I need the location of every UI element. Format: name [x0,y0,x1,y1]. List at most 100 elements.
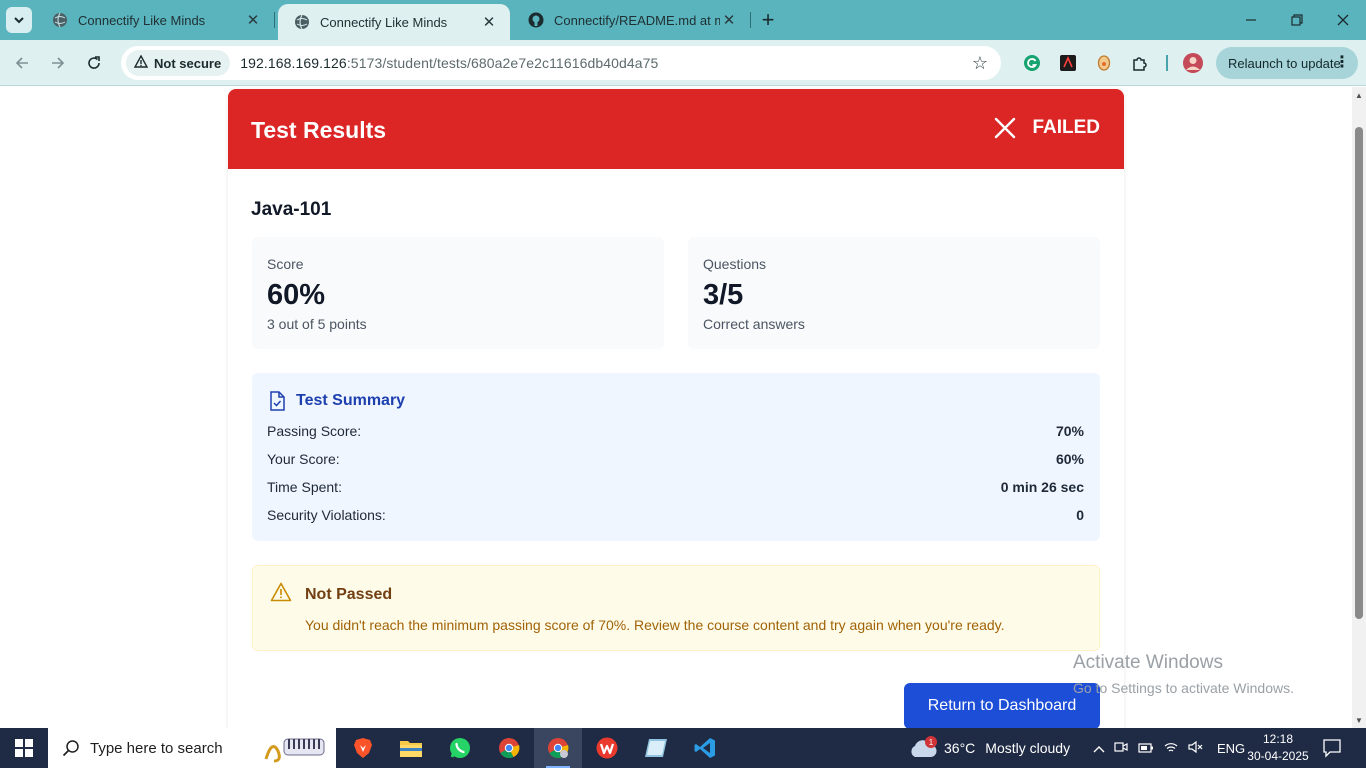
chevron-up-icon[interactable] [1090,741,1108,756]
toolbar-divider [1166,55,1168,71]
profile-avatar[interactable] [1182,52,1204,74]
taskbar-chrome[interactable] [485,728,533,768]
arrow-right-icon [52,57,65,69]
wifi-icon[interactable] [1158,741,1183,756]
clock-date: 30-04-2025 [1247,749,1309,763]
search-highlight-icon[interactable] [262,733,328,763]
document-check-icon [270,391,285,411]
summary-label: Your Score: [267,451,340,467]
tab-title: Connectify/README.md at mai [554,12,720,28]
puzzle-extensions-icon[interactable] [1129,52,1151,74]
search-icon [62,740,79,757]
forward-button[interactable] [46,51,70,75]
tab-separator [274,12,275,28]
close-window-button[interactable] [1320,0,1366,40]
adobe-extension-icon[interactable] [1057,52,1079,74]
tab-separator [750,12,751,28]
grammarly-extension-icon[interactable] [1021,52,1043,74]
taskbar-brave[interactable] [339,728,387,768]
questions-card: Questions 3/5 Correct answers [688,237,1100,349]
github-icon [528,12,544,28]
battery-icon[interactable] [1133,741,1158,756]
test-summary: Test Summary Passing Score: 70% Your Sco… [252,373,1100,541]
summary-row-violations: Security Violations: 0 [267,507,1084,527]
reload-button[interactable] [82,51,106,75]
score-label: Score [267,256,304,272]
whatsapp-icon [450,738,470,758]
browser-tab-3[interactable]: Connectify/README.md at mai ✕ [512,0,750,40]
back-button[interactable] [10,51,34,75]
browser-tab-1[interactable]: Connectify Like Minds ✕ [36,0,274,40]
taskbar-wps-office[interactable] [583,728,631,768]
relaunch-to-update-button[interactable]: Relaunch to update ⋮ [1216,47,1358,79]
summary-row-passing: Passing Score: 70% [267,423,1084,443]
summary-title: Test Summary [296,392,406,409]
summary-row-time-spent: Time Spent: 0 min 26 sec [267,479,1084,499]
taskbar-app[interactable] [632,728,680,768]
security-chip[interactable]: Not secure [126,50,231,76]
taskbar-vscode[interactable] [681,728,729,768]
security-label: Not secure [154,55,222,71]
scrollbar-thumb[interactable] [1355,127,1363,619]
return-to-dashboard-button[interactable]: Return to Dashboard [904,683,1100,728]
folder-icon [400,741,422,757]
restore-button[interactable] [1274,0,1320,40]
summary-label: Time Spent: [267,479,342,495]
taskbar-chrome-profile-active[interactable] [534,728,582,768]
summary-label: Passing Score: [267,423,362,439]
taskbar-search-box[interactable]: Type here to search [48,728,336,768]
test-results-card: Test Results FAILED Java-101 Score 60% 3… [228,89,1124,728]
summary-label: Security Violations: [267,507,386,523]
summary-value: 0 [1076,507,1084,523]
page-scrollbar[interactable]: ▲ ▼ [1352,87,1366,728]
minimize-button[interactable] [1228,0,1274,40]
weather-widget[interactable]: 1 36°C Mostly cloudy [908,728,1070,768]
watermark-subtitle: Go to Settings to activate Windows. [1073,680,1294,696]
close-icon [1337,14,1349,26]
scroll-down-arrow-icon[interactable]: ▼ [1355,716,1363,725]
notice-message: You didn't reach the minimum passing sco… [305,617,1005,633]
status-badge: FAILED [994,117,1100,139]
close-icon[interactable]: ✕ [720,11,738,29]
reload-icon [88,56,100,69]
speaker-muted-icon[interactable] [1183,740,1208,756]
taskbar-whatsapp[interactable] [436,728,484,768]
start-button[interactable] [0,728,48,768]
notification-center-icon[interactable] [1322,738,1342,763]
vscode-icon [694,738,715,758]
url-path: :5173/student/tests/680a2e7e2c11616db40d… [346,55,659,71]
browser-toolbar: Not secure 192.168.169.126:5173/student/… [0,40,1366,86]
watermark-title: Activate Windows [1073,652,1223,673]
summary-value: 0 min 26 sec [1000,479,1084,495]
extension-badge-icon[interactable] [1093,52,1115,74]
weather-description: Mostly cloudy [985,740,1071,756]
close-icon[interactable]: ✕ [480,13,498,31]
tab-title: Connectify Like Minds [78,12,206,28]
taskbar-file-explorer[interactable] [387,728,435,768]
windows-logo-icon [15,739,33,757]
address-bar[interactable]: Not secure 192.168.169.126:5173/student/… [121,46,1001,80]
url-host: 192.168.169.126 [240,55,347,71]
url-text[interactable]: 192.168.169.126:5173/student/tests/680a2… [240,55,658,71]
tab-search-button[interactable] [6,7,32,33]
close-icon[interactable]: ✕ [244,11,262,29]
page-viewport: Test Results FAILED Java-101 Score 60% 3… [0,87,1352,728]
new-tab-button[interactable]: + [756,7,780,32]
system-tray: ENG [1090,728,1245,768]
summary-value: 70% [1055,423,1084,439]
bookmark-star-icon[interactable]: ☆ [969,52,991,74]
input-language[interactable]: ENG [1217,741,1245,756]
browser-tab-2-active[interactable]: Connectify Like Minds ✕ [278,4,510,40]
windows-taskbar: Type here to search 1 36°C Mostly cloudy [0,728,1366,768]
taskbar-clock[interactable]: 12:18 30-04-2025 [1246,731,1310,765]
more-vertical-icon[interactable]: ⋮ [1334,52,1350,72]
tab-title: Connectify Like Minds [320,14,448,30]
meet-now-icon[interactable] [1108,741,1133,756]
arrow-left-icon [15,57,28,69]
not-passed-notice: Not Passed You didn't reach the minimum … [252,565,1100,651]
scroll-up-arrow-icon[interactable]: ▲ [1355,91,1363,100]
search-placeholder: Type here to search [90,739,223,757]
globe-icon [294,14,310,30]
wps-office-icon [596,737,618,759]
summary-heading: Test Summary [268,391,405,411]
